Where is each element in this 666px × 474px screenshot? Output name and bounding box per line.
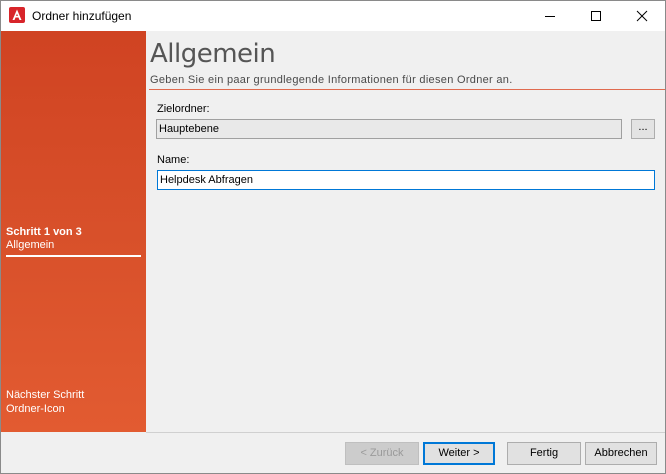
minimize-button[interactable] (527, 1, 573, 31)
maximize-icon (591, 11, 601, 21)
next-step-label: Nächster Schritt (6, 389, 85, 401)
footer-divider (146, 432, 665, 433)
current-step-name: Allgemein (6, 239, 55, 251)
header-divider (149, 89, 665, 90)
browse-button[interactable]: ... (631, 119, 655, 139)
close-icon (636, 10, 648, 22)
name-label: Name: (157, 154, 190, 166)
name-input[interactable] (157, 170, 655, 190)
cancel-button[interactable]: Abbrechen (585, 442, 657, 465)
title-bar: Ordner hinzufügen (1, 1, 665, 31)
wizard-sidebar: Schritt 1 von 3 Allgemein Nächster Schri… (1, 31, 146, 432)
current-step-label: Schritt 1 von 3 (6, 226, 82, 238)
target-folder-field: Hauptebene (156, 119, 622, 139)
next-button[interactable]: Weiter > (423, 442, 495, 465)
next-step-name: Ordner-Icon (6, 403, 65, 415)
finish-button[interactable]: Fertig (507, 442, 581, 465)
app-icon (9, 7, 25, 23)
dialog-window: Ordner hinzufügen Schritt 1 von 3 Allgem… (0, 0, 666, 474)
target-folder-label: Zielordner: (157, 103, 210, 115)
back-button[interactable]: < Zurück (345, 442, 419, 465)
page-title: Allgemein (150, 39, 276, 69)
window-title: Ordner hinzufügen (32, 9, 132, 23)
minimize-icon (545, 16, 555, 17)
current-step-underline (6, 255, 141, 257)
close-button[interactable] (619, 1, 665, 31)
maximize-button[interactable] (573, 1, 619, 31)
page-subtitle: Geben Sie ein paar grundlegende Informat… (150, 74, 513, 86)
